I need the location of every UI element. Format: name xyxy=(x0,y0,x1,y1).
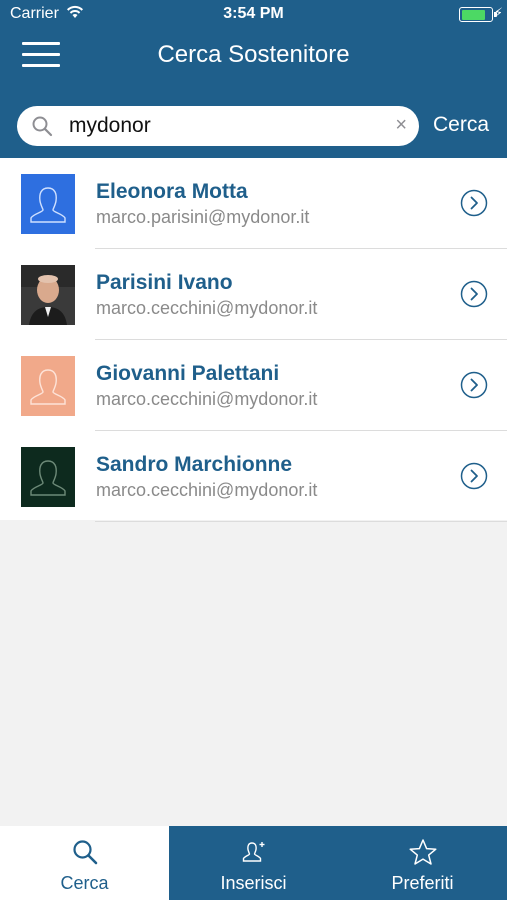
status-bar: Carrier 3:54 PM ⚡ xyxy=(0,0,507,28)
page-title: Cerca Sostenitore xyxy=(157,41,350,68)
chevron-right-icon[interactable] xyxy=(460,280,488,313)
donor-email: marco.cecchini@mydonor.it xyxy=(96,298,318,318)
donor-email: marco.cecchini@mydonor.it xyxy=(96,389,318,409)
tab-label: Preferiti xyxy=(391,873,454,893)
donor-name: Giovanni Palettani xyxy=(96,362,280,385)
donor-email: marco.cecchini@mydonor.it xyxy=(96,480,318,500)
chevron-right-icon[interactable] xyxy=(460,462,488,495)
donor-name: Eleonora Motta xyxy=(96,180,248,203)
row-divider xyxy=(95,521,507,522)
tab-inserisci[interactable]: Inserisci xyxy=(169,826,338,900)
search-submit-button[interactable]: Cerca xyxy=(433,113,489,137)
search-input[interactable] xyxy=(69,112,389,140)
search-icon xyxy=(71,838,99,871)
search-icon xyxy=(31,115,53,142)
tab-cerca[interactable]: Cerca xyxy=(0,826,169,900)
tab-bar: Cerca Inserisci Preferiti xyxy=(0,826,507,900)
avatar xyxy=(21,356,75,416)
add-person-icon xyxy=(240,838,268,871)
chevron-right-icon[interactable] xyxy=(460,371,488,404)
chevron-right-icon[interactable] xyxy=(460,189,488,222)
list-item[interactable]: Eleonora Motta marco.parisini@mydonor.it xyxy=(0,158,507,249)
results-list: Eleonora Motta marco.parisini@mydonor.it… xyxy=(0,158,507,522)
search-bar[interactable]: × xyxy=(17,106,419,146)
star-icon xyxy=(408,838,438,871)
donor-email: marco.parisini@mydonor.it xyxy=(96,207,310,227)
avatar xyxy=(21,174,75,234)
clear-search-icon[interactable]: × xyxy=(395,114,407,137)
avatar xyxy=(21,265,75,325)
list-item[interactable]: Parisini Ivano marco.cecchini@mydonor.it xyxy=(0,249,507,340)
app-header: Carrier 3:54 PM ⚡ Cerca Sostenitore mydo… xyxy=(0,0,507,158)
list-item[interactable]: Sandro Marchionne marco.cecchini@mydonor… xyxy=(0,431,507,522)
tab-label: Inserisci xyxy=(220,873,287,893)
donor-name: Sandro Marchionne xyxy=(96,453,293,476)
tab-preferiti[interactable]: Preferiti xyxy=(338,826,507,900)
donor-name: Parisini Ivano xyxy=(96,271,233,294)
battery-icon xyxy=(459,7,497,22)
charging-icon: ⚡ xyxy=(493,5,503,20)
tab-label: Cerca xyxy=(60,873,109,893)
avatar xyxy=(21,447,75,507)
clock: 3:54 PM xyxy=(223,5,284,22)
battery-fill xyxy=(461,9,485,20)
list-item[interactable]: Giovanni Palettani marco.cecchini@mydono… xyxy=(0,340,507,431)
